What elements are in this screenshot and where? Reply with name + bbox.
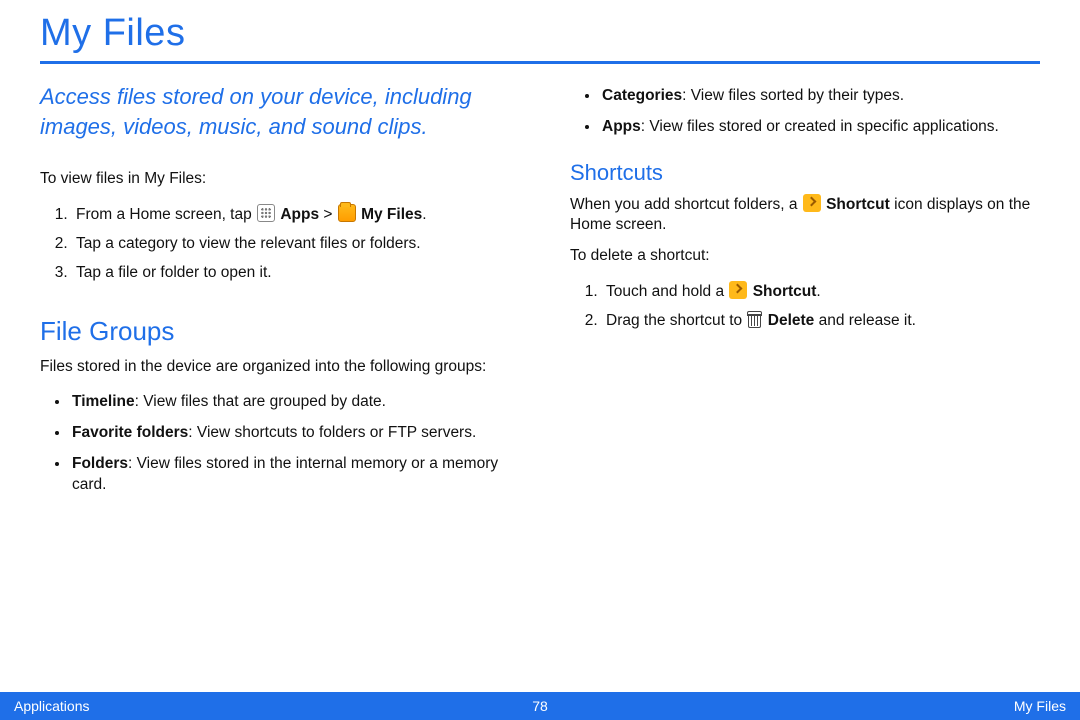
text: . <box>422 206 426 223</box>
trash-icon <box>747 311 762 328</box>
file-groups-list-left: Timeline: View files that are grouped by… <box>40 388 510 502</box>
footer-bar: Applications 78 My Files <box>0 692 1080 720</box>
item-bold: Apps <box>602 118 641 135</box>
shortcuts-p1: When you add shortcut folders, a Shortcu… <box>570 194 1040 237</box>
text: Drag the shortcut to <box>606 312 746 329</box>
file-groups-heading: File Groups <box>40 314 510 349</box>
shortcut-label: Shortcut <box>753 283 817 300</box>
shortcuts-lead: To delete a shortcut: <box>570 246 1040 267</box>
left-column: Access files stored on your device, incl… <box>40 82 510 502</box>
step-1: From a Home screen, tap Apps > My Files. <box>72 200 510 230</box>
list-item: Folders: View files stored in the intern… <box>70 450 510 502</box>
page: My Files Access files stored on your dev… <box>0 0 1080 720</box>
list-item: Categories: View files sorted by their t… <box>600 82 1040 113</box>
shortcut-step-2: Drag the shortcut to Delete and release … <box>602 307 1040 336</box>
item-text: : View files sorted by their types. <box>682 87 904 104</box>
list-item: Apps: View files stored or created in sp… <box>600 113 1040 144</box>
intro-text: Access files stored on your device, incl… <box>40 82 510 141</box>
item-bold: Favorite folders <box>72 424 188 441</box>
text: When you add shortcut folders, a <box>570 196 802 213</box>
item-bold: Categories <box>602 87 682 104</box>
item-text: : View files stored in the internal memo… <box>72 455 498 493</box>
columns: Access files stored on your device, incl… <box>40 82 1040 502</box>
shortcuts-heading: Shortcuts <box>570 158 1040 188</box>
footer-left: Applications <box>14 698 90 714</box>
text: > <box>323 206 336 223</box>
shortcut-icon <box>729 281 747 299</box>
list-item: Favorite folders: View shortcuts to fold… <box>70 419 510 450</box>
step-2: Tap a category to view the relevant file… <box>72 230 510 259</box>
shortcut-label: Shortcut <box>826 196 890 213</box>
page-number: 78 <box>532 698 548 714</box>
step-3: Tap a file or folder to open it. <box>72 259 510 288</box>
list-item: Timeline: View files that are grouped by… <box>70 388 510 419</box>
item-bold: Folders <box>72 455 128 472</box>
footer-right: My Files <box>1014 698 1066 714</box>
page-title: My Files <box>40 12 1040 55</box>
shortcut-steps: Touch and hold a Shortcut. Drag the shor… <box>570 277 1040 336</box>
shortcut-icon <box>803 194 821 212</box>
apps-label: Apps <box>280 206 319 223</box>
item-text: : View files stored or created in specif… <box>641 118 999 135</box>
text: . <box>816 283 820 300</box>
shortcut-step-1: Touch and hold a Shortcut. <box>602 277 1040 307</box>
file-groups-lead: Files stored in the device are organized… <box>40 357 510 378</box>
item-text: : View files that are grouped by date. <box>135 393 386 410</box>
folder-icon <box>338 204 356 222</box>
text: and release it. <box>814 312 916 329</box>
item-bold: Timeline <box>72 393 135 410</box>
view-steps: From a Home screen, tap Apps > My Files.… <box>40 200 510 288</box>
delete-label: Delete <box>768 312 815 329</box>
file-groups-list-right: Categories: View files sorted by their t… <box>570 82 1040 144</box>
right-column: Categories: View files sorted by their t… <box>570 82 1040 502</box>
view-lead: To view files in My Files: <box>40 169 510 190</box>
text: From a Home screen, tap <box>76 206 256 223</box>
myfiles-label: My Files <box>361 206 422 223</box>
title-rule <box>40 61 1040 64</box>
item-text: : View shortcuts to folders or FTP serve… <box>188 424 476 441</box>
text: Touch and hold a <box>606 283 728 300</box>
apps-icon <box>257 204 275 222</box>
